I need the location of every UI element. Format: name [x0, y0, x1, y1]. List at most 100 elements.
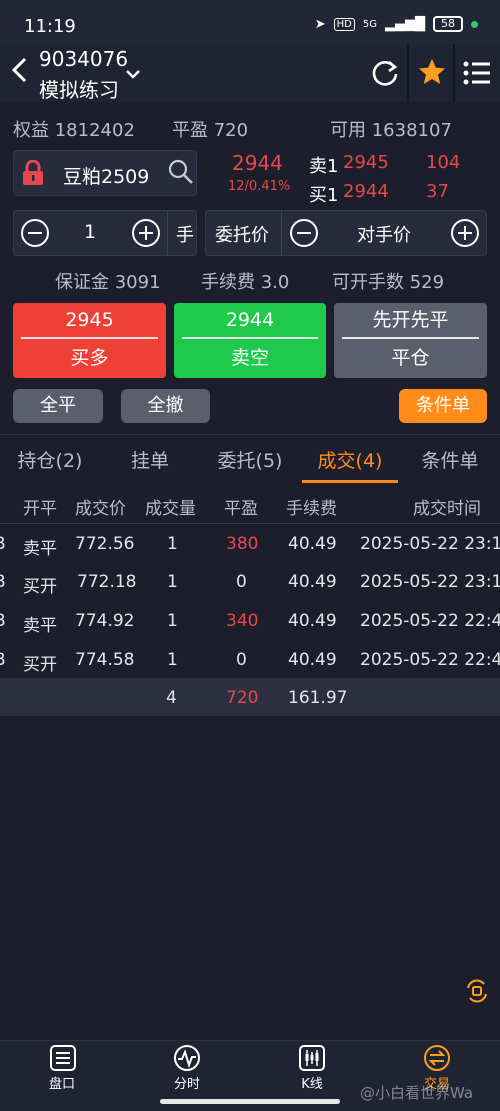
navigation-icon: ➤ — [314, 16, 326, 32]
trade-side: 买开 — [23, 655, 57, 675]
max-open-value: 529 — [409, 272, 445, 293]
account-number[interactable]: 9034076 — [39, 47, 128, 71]
pnl-value: 720 — [213, 120, 249, 141]
ask-price[interactable]: 2945 — [343, 152, 389, 173]
pnl-label: 平盈 — [172, 120, 208, 141]
pnl-summary: 平盈 720 — [172, 116, 248, 142]
close-label: 平仓 — [391, 347, 430, 369]
star-icon[interactable] — [417, 57, 447, 91]
instrument-name[interactable]: 豆粕2509 — [63, 162, 149, 189]
price-plus-icon[interactable] — [450, 218, 480, 252]
price-minus-icon[interactable] — [289, 218, 319, 252]
trade-side: 卖平 — [23, 616, 57, 636]
trade-fee: 40.49 — [288, 611, 337, 631]
status-time: 11:19 — [24, 16, 76, 37]
margin-label: 保证金 — [55, 272, 109, 293]
active-tab-indicator — [302, 480, 398, 483]
quantity-value[interactable]: 1 — [84, 221, 96, 243]
dot-icon — [471, 20, 478, 28]
watermark: @小白看世界Wa — [360, 1084, 474, 1102]
fee-label: 手续费 — [201, 272, 255, 293]
tabs-divider — [0, 434, 500, 435]
row-prefix: B — [0, 611, 6, 631]
network-label: 5G — [362, 18, 377, 30]
row-prefix: B — [0, 572, 6, 592]
totals-row: 4 720 161.97 — [0, 678, 500, 716]
buy-price: 2945 — [65, 309, 114, 331]
refresh-icon[interactable] — [370, 58, 400, 92]
margin-info: 保证金 3091 — [55, 268, 161, 294]
trade-time: 2025-05-22 23:1 — [360, 534, 500, 554]
tab-trades[interactable]: 成交(4) — [300, 446, 400, 480]
trade-time: 2025-05-22 22:4 — [360, 611, 500, 631]
tab-conditional[interactable]: 条件单 — [400, 446, 500, 480]
bid-volume: 37 — [426, 181, 449, 202]
trade-pnl: 380 — [226, 534, 259, 554]
close-position-button[interactable]: 先开先平 平仓 — [334, 303, 487, 378]
table-row[interactable]: B 卖平 772.56 1 380 40.49 2025-05-22 23:1 — [0, 524, 500, 562]
tab-orders[interactable]: 委托(5) — [200, 446, 300, 480]
header-divider — [453, 44, 455, 102]
trade-fee: 40.49 — [288, 572, 337, 592]
trade-pnl: 0 — [236, 572, 247, 592]
chevron-down-icon[interactable] — [126, 64, 140, 83]
nav-label: K线 — [301, 1077, 323, 1092]
table-row[interactable]: B 买开 774.58 1 0 40.49 2025-05-22 22:4 — [0, 640, 500, 678]
tab-pending[interactable]: 挂单 — [100, 446, 200, 480]
equity-summary: 权益 1812402 — [13, 116, 135, 142]
trade-price: 772.18 — [77, 572, 137, 592]
trade-price: 772.56 — [75, 534, 135, 554]
table-row[interactable]: B 买开 772.18 1 0 40.49 2025-05-22 23:1 — [0, 562, 500, 601]
bid-price[interactable]: 2944 — [343, 181, 389, 202]
tab-positions[interactable]: 持仓(2) — [0, 446, 100, 480]
trade-price: 774.92 — [75, 611, 135, 631]
sell-price: 2944 — [225, 309, 275, 331]
trade-fee: 40.49 — [288, 650, 337, 670]
signal-icon: ▂▄▆█ — [385, 16, 425, 32]
plus-icon[interactable] — [131, 218, 161, 252]
trade-side: 卖平 — [23, 539, 57, 559]
battery-icon: 58 — [433, 16, 463, 32]
trade-pnl: 0 — [236, 650, 247, 670]
account-name[interactable]: 模拟练习 — [39, 74, 119, 103]
rotate-screen-icon[interactable] — [464, 978, 490, 1008]
ask-volume: 104 — [426, 152, 461, 173]
price-mode[interactable]: 对手价 — [357, 221, 411, 247]
home-indicator — [160, 1099, 340, 1104]
status-icons: ➤ HD 5G ▂▄▆█ 58 — [315, 16, 478, 32]
lock-icon[interactable] — [22, 159, 44, 190]
nav-label: 分时 — [173, 1077, 200, 1092]
table-row[interactable]: B 卖平 774.92 1 340 40.49 2025-05-22 22:4 — [0, 601, 500, 640]
trade-qty: 1 — [167, 611, 178, 631]
ask-label: 卖1 — [309, 156, 339, 177]
sell-short-button[interactable]: 2944 卖空 — [174, 303, 326, 378]
menu-icon[interactable] — [462, 58, 492, 92]
nav-timeshare[interactable]: 分时 — [155, 1040, 219, 1100]
header-divider — [407, 44, 409, 102]
conditional-order-button[interactable]: 条件单 — [399, 389, 487, 423]
orderbook-icon — [49, 1044, 77, 1076]
trade-pnl: 340 — [226, 611, 259, 631]
nav-orderbook[interactable]: 盘口 — [30, 1040, 94, 1100]
back-icon[interactable] — [10, 56, 28, 91]
timeshare-icon — [173, 1044, 201, 1076]
sell-label: 卖空 — [230, 347, 269, 369]
total-qty: 4 — [166, 688, 177, 708]
column-header: 开平 — [23, 499, 57, 519]
price-change: 12/0.41% — [228, 179, 291, 194]
cancel-all-button[interactable]: 全撤 — [121, 389, 210, 423]
equity-label: 权益 — [13, 120, 49, 141]
search-icon[interactable] — [168, 159, 194, 189]
equity-value: 1812402 — [54, 120, 135, 141]
minus-icon[interactable] — [20, 218, 50, 252]
nav-kline[interactable]: K线 — [280, 1040, 344, 1100]
close-mode: 先开先平 — [372, 309, 449, 331]
margin-value: 3091 — [114, 272, 161, 293]
trade-qty: 1 — [167, 572, 178, 592]
column-header: 手续费 — [286, 499, 337, 519]
kline-icon — [298, 1044, 326, 1076]
unit-label: 手 — [176, 225, 194, 246]
trade-qty: 1 — [167, 534, 178, 554]
close-all-button[interactable]: 全平 — [13, 389, 103, 423]
buy-long-button[interactable]: 2945 买多 — [13, 303, 166, 378]
